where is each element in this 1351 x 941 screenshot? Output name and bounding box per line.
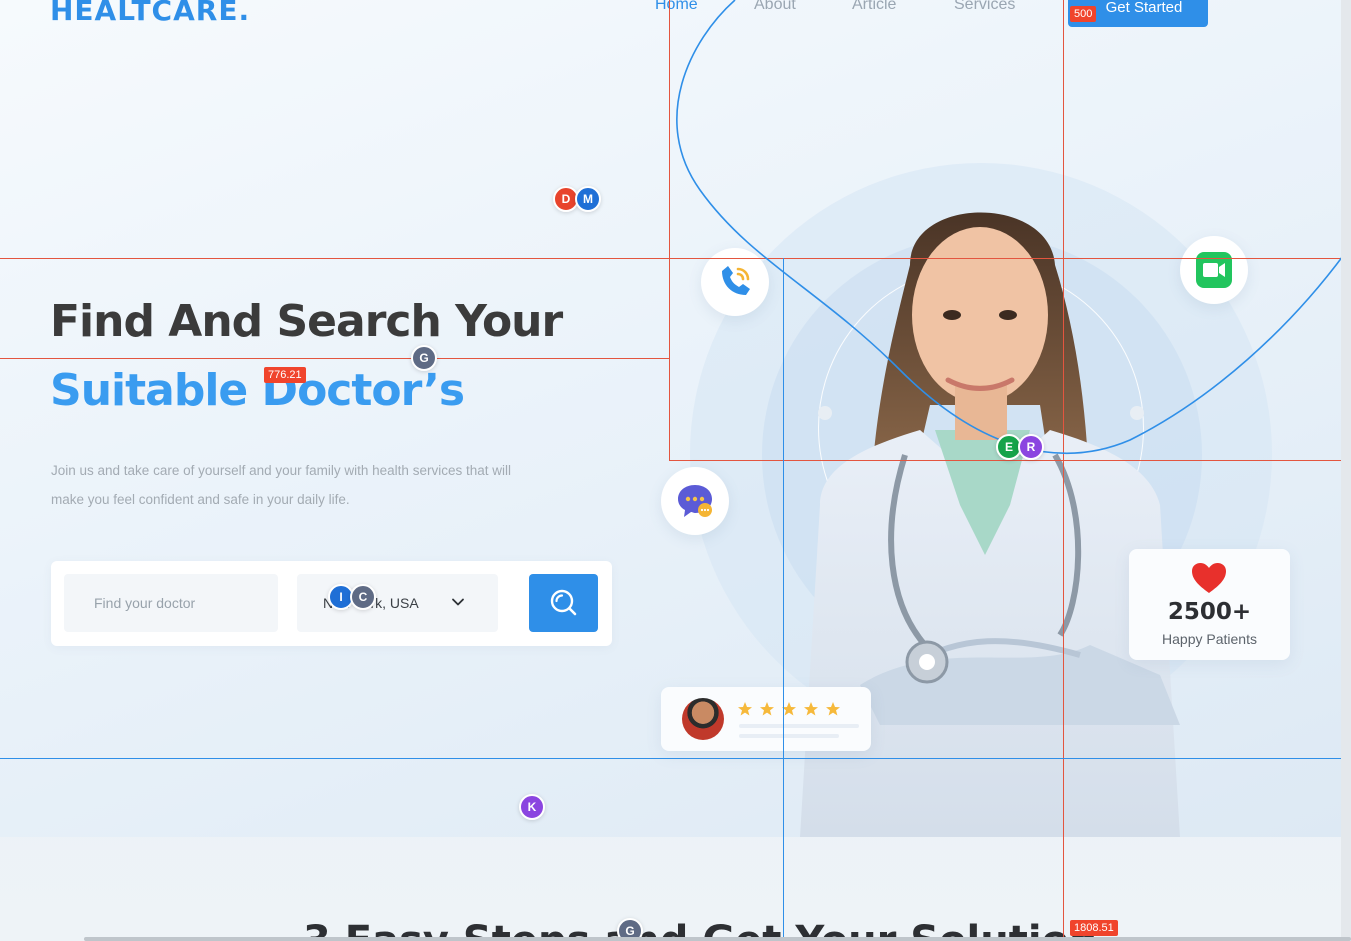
collaborator-group[interactable]: D M	[553, 186, 601, 212]
measure-tag: 776.21	[264, 367, 306, 383]
guide-lines-layer	[0, 0, 1351, 941]
collaborator-avatar[interactable]: R	[1018, 434, 1044, 460]
collaborator-avatar[interactable]: M	[575, 186, 601, 212]
collaborator-avatar[interactable]: G	[411, 345, 437, 371]
collaborator-avatar[interactable]: C	[350, 584, 376, 610]
page-canvas: HEALTCARE. Home About Article Services G…	[0, 0, 1351, 941]
collaborator-avatar[interactable]: K	[519, 794, 545, 820]
vertical-scrollbar[interactable]	[1341, 0, 1351, 941]
collaborator-group[interactable]: E R	[996, 434, 1044, 460]
collaborator-group[interactable]: I C	[328, 584, 376, 610]
measure-tag: 1808.51	[1070, 920, 1118, 936]
horizontal-scrollbar[interactable]	[84, 937, 1351, 941]
path-curve	[676, 0, 1351, 455]
measure-tag: 500	[1070, 6, 1097, 22]
